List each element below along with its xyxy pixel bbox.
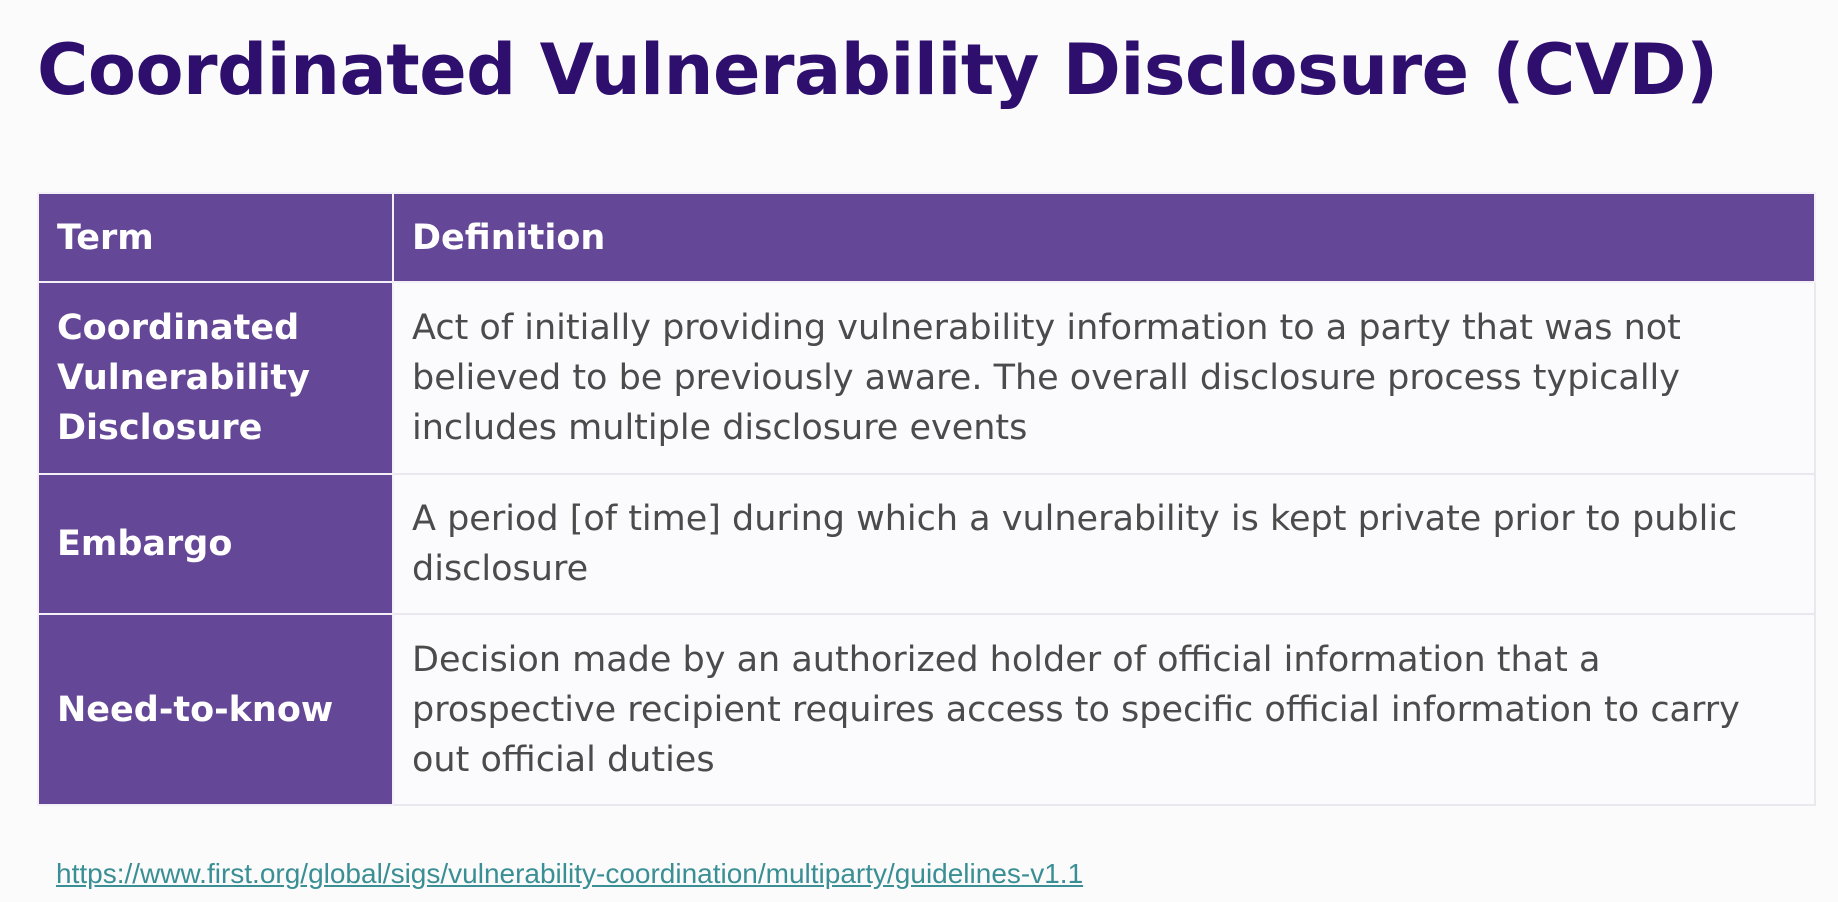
- term-column-header: Term: [37, 192, 394, 283]
- definition-cell: A period [of time] during which a vulner…: [392, 473, 1816, 615]
- page-title: Coordinated Vulnerability Disclosure (CV…: [37, 29, 1718, 111]
- definition-cell: Decision made by an authorized holder of…: [392, 613, 1816, 806]
- table-row: Embargo A period [of time] during which …: [37, 473, 1816, 615]
- source-link[interactable]: https://www.first.org/global/sigs/vulner…: [56, 858, 1083, 890]
- table-header-row: Term Definition: [37, 192, 1816, 283]
- table-row: Need-to-know Decision made by an authori…: [37, 613, 1816, 806]
- terms-table: Term Definition Coordinated Vulnerabilit…: [37, 192, 1816, 806]
- definition-cell: Act of initially providing vulnerability…: [392, 281, 1816, 475]
- term-cell: Need-to-know: [37, 613, 394, 806]
- term-cell: Embargo: [37, 473, 394, 615]
- table-row: Coordinated Vulnerability Disclosure Act…: [37, 281, 1816, 475]
- definition-column-header: Definition: [392, 192, 1816, 283]
- term-cell: Coordinated Vulnerability Disclosure: [37, 281, 394, 475]
